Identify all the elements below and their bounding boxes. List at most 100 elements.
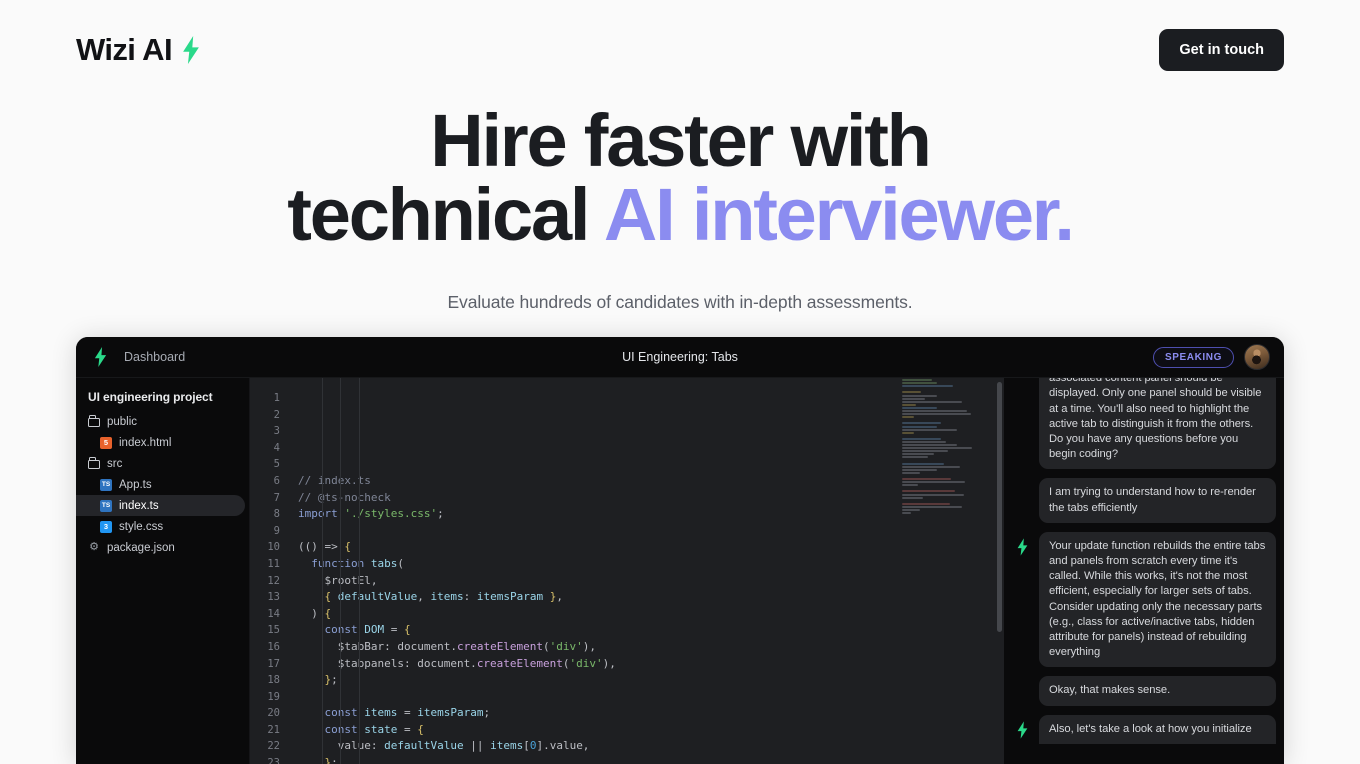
code-line: import './styles.css'; — [298, 507, 444, 521]
line-number: 7 — [273, 491, 280, 504]
hero-title-accent: AI interviewer. — [603, 173, 1075, 256]
folder-icon — [88, 457, 100, 469]
file-tree-item-app-ts[interactable]: TS App.ts — [76, 474, 249, 495]
chat-panel: should become the active tab, and its as… — [1004, 378, 1284, 764]
typescript-icon: TS — [100, 499, 112, 512]
session-title: UI Engineering: Tabs — [622, 350, 738, 364]
lightning-bolt-icon — [1012, 536, 1032, 558]
line-number: 14 — [267, 607, 280, 620]
app-logo-icon[interactable] — [76, 347, 124, 367]
code-line: $tabBar: document.createElement('div'), — [298, 639, 597, 653]
line-number: 15 — [267, 624, 280, 637]
lightning-bolt-icon — [180, 36, 202, 64]
file-tree-rows: public 5 index.html src TS App.ts TS index.ts 3 s… — [76, 411, 249, 558]
file-tree-item-label: index.ts — [119, 499, 159, 512]
file-tree-item-label: style.css — [119, 520, 164, 533]
line-number: 9 — [273, 524, 280, 537]
html5-icon: 5 — [100, 436, 112, 449]
project-title: UI engineering project — [88, 390, 213, 404]
code-line: $tabpanels: document.createElement('div'… — [298, 656, 616, 670]
line-number: 6 — [273, 474, 280, 487]
get-in-touch-button[interactable]: Get in touch — [1159, 29, 1284, 71]
line-number: 10 — [267, 541, 280, 554]
code-line: $rootEl, — [298, 573, 378, 587]
brand-name: Wizi AI — [76, 32, 173, 67]
chat-bubble: Also, let's take a look at how you initi… — [1039, 714, 1276, 744]
avatar[interactable] — [1244, 344, 1270, 370]
code-line: }; — [324, 756, 338, 764]
folder-icon — [88, 415, 100, 427]
line-number-gutter: 1 2 3 4 5 6 7 8 9 10 11 12 13 14 15 16 17 18 19 20 21 22 23 — [250, 378, 288, 764]
site-header: Wizi AI Get in touch — [0, 0, 1360, 100]
code-line: const state = { — [324, 722, 424, 736]
line-number: 18 — [267, 674, 280, 687]
line-number: 23 — [267, 757, 280, 764]
line-number: 17 — [267, 657, 280, 670]
code-line: // index.ts — [298, 473, 371, 487]
code-editor[interactable]: 1 2 3 4 5 6 7 8 9 10 11 12 13 14 15 16 17 18 19 20 21 22 23 //… — [250, 378, 1004, 764]
hero-section: Hire faster with technical AI interviewe… — [0, 100, 1360, 313]
line-number: 19 — [267, 690, 280, 703]
line-number: 13 — [267, 591, 280, 604]
topbar-right: SPEAKING — [1152, 344, 1284, 370]
page-title: Hire faster with technical AI interviewe… — [0, 100, 1360, 252]
chat-message-user: I am trying to understand how to re-rend… — [1012, 478, 1276, 523]
file-tree-item-label: src — [107, 457, 123, 470]
file-tree-item-style-css[interactable]: 3 style.css — [76, 516, 249, 537]
code-line: function tabs( — [311, 556, 404, 570]
file-tree-item-label: index.html — [119, 436, 172, 449]
chat-bubble: should become the active tab, and its as… — [1039, 378, 1276, 470]
brand-logo[interactable]: Wizi AI — [76, 32, 202, 68]
product-screenshot: Dashboard UI Engineering: Tabs SPEAKING … — [76, 337, 1284, 764]
line-number: 5 — [273, 458, 280, 471]
chat-message-user: Okay, that makes sense. — [1012, 676, 1276, 706]
typescript-icon: TS — [100, 478, 112, 491]
css3-icon: 3 — [100, 520, 112, 533]
hero-title-line-2-plain: technical — [287, 173, 604, 256]
status-badge: SPEAKING — [1152, 346, 1234, 368]
chat-message-assistant: Your update function rebuilds the entire… — [1012, 531, 1276, 668]
file-tree-item-index-ts[interactable]: TS index.ts — [76, 495, 245, 516]
line-number: 3 — [273, 425, 280, 438]
code-line: const items = itemsParam; — [324, 706, 491, 720]
gear-icon: ⚙ — [89, 541, 99, 553]
chat-bubble: Your update function rebuilds the entire… — [1039, 531, 1276, 668]
code-line: (() => { — [298, 540, 351, 554]
line-number: 12 — [267, 574, 280, 587]
editor-scrollbar[interactable] — [997, 382, 1002, 632]
chat-message-assistant: Also, let's take a look at how you initi… — [1012, 714, 1276, 744]
line-number: 16 — [267, 640, 280, 653]
line-number: 11 — [267, 557, 280, 570]
file-tree-item-index-html[interactable]: 5 index.html — [76, 432, 249, 453]
file-tree-item-label: App.ts — [119, 478, 152, 491]
line-number: 2 — [273, 408, 280, 421]
code-line: { defaultValue, items: itemsParam }, — [324, 590, 563, 604]
code-line: value: defaultValue || items[0].value, — [298, 739, 590, 753]
line-number: 4 — [273, 441, 280, 454]
app-body: UI engineering project public 5 index.html… — [76, 378, 1284, 764]
chat-bubble: Okay, that makes sense. — [1039, 676, 1276, 706]
file-tree-item-label: package.json — [107, 541, 175, 554]
file-tree-item-public[interactable]: public — [76, 411, 249, 432]
dashboard-link[interactable]: Dashboard — [124, 350, 185, 364]
line-number: 20 — [267, 707, 280, 720]
line-number: 21 — [267, 723, 280, 736]
file-tree: UI engineering project public 5 index.html… — [76, 378, 250, 764]
code-content[interactable]: // index.ts // @ts-nocheck import './style… — [288, 378, 1004, 764]
line-number: 1 — [273, 392, 280, 404]
code-line: // @ts-nocheck — [298, 490, 391, 504]
app-topbar: Dashboard UI Engineering: Tabs SPEAKING — [76, 337, 1284, 378]
line-number: 22 — [267, 740, 280, 753]
hero-title-line-1: Hire faster with — [430, 99, 932, 182]
code-line: const DOM = { — [324, 623, 411, 637]
landing-page: Wizi AI Get in touch Hire faster with te… — [0, 0, 1360, 764]
file-tree-item-src[interactable]: src — [76, 453, 249, 474]
line-number: 8 — [273, 508, 280, 521]
file-tree-item-label: public — [107, 415, 138, 428]
file-tree-item-package-json[interactable]: ⚙ package.json — [76, 537, 249, 558]
lightning-bolt-icon — [1012, 719, 1032, 741]
chat-bubble: I am trying to understand how to re-rend… — [1039, 478, 1276, 523]
code-line: ) { — [298, 606, 332, 620]
